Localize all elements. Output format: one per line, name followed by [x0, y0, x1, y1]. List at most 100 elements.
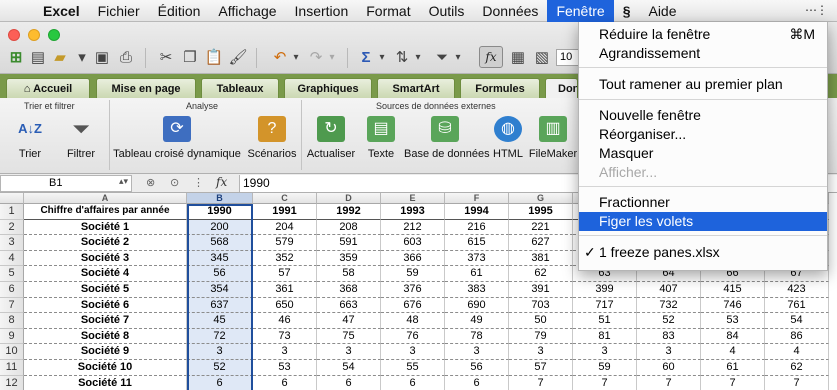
copy-icon[interactable]: ❐: [180, 48, 200, 68]
table-cell[interactable]: 3: [317, 344, 381, 360]
table-cell[interactable]: 579: [253, 235, 317, 251]
row-header[interactable]: 7: [0, 297, 24, 314]
scenarios-button[interactable]: ? Scénarios: [246, 116, 298, 172]
column-header[interactable]: G: [509, 193, 573, 204]
tab-smartart[interactable]: SmartArt: [377, 78, 455, 98]
table-cell[interactable]: 54: [765, 313, 829, 329]
tab-donnees[interactable]: Don: [545, 78, 578, 98]
table-cell[interactable]: Société 1: [24, 219, 187, 236]
row-header[interactable]: 12: [0, 375, 24, 390]
table-cell[interactable]: 3: [381, 344, 445, 360]
menu-fenetre[interactable]: Fenêtre: [547, 0, 614, 22]
table-cell[interactable]: 663: [317, 297, 381, 314]
table-cell[interactable]: 7: [701, 375, 765, 390]
table-cell[interactable]: 204: [253, 219, 317, 236]
menu-item-window-file[interactable]: ✓ 1 freeze panes.xlsx: [579, 243, 827, 262]
zoom-field[interactable]: 10: [556, 49, 580, 66]
menu-extras-icon[interactable]: ⋯⋮: [805, 3, 828, 17]
table-cell[interactable]: 52: [637, 313, 701, 329]
minimize-window-icon[interactable]: [28, 29, 40, 41]
table-cell[interactable]: 6: [187, 375, 253, 390]
table-cell[interactable]: 376: [381, 282, 445, 298]
filemaker-button[interactable]: ▥ FileMaker: [528, 116, 578, 172]
close-window-icon[interactable]: [8, 29, 20, 41]
select-all-corner[interactable]: [0, 193, 24, 204]
table-cell[interactable]: 354: [187, 282, 253, 298]
row-header[interactable]: 6: [0, 282, 24, 298]
table-cell[interactable]: Société 7: [24, 313, 187, 329]
menu-arrow-icon[interactable]: ▾: [72, 48, 92, 68]
table-cell[interactable]: 60: [637, 360, 701, 376]
table-cell[interactable]: 746: [701, 297, 765, 314]
column-header[interactable]: D: [317, 193, 381, 204]
table-cell[interactable]: 75: [317, 328, 381, 345]
tab-formules[interactable]: Formules: [460, 78, 540, 98]
table-cell[interactable]: Société 2: [24, 235, 187, 251]
actualiser-button[interactable]: ↻ Actualiser: [304, 116, 358, 172]
table-cell[interactable]: 361: [253, 282, 317, 298]
table-cell[interactable]: 1990: [187, 204, 253, 220]
table-cell[interactable]: 62: [509, 266, 573, 282]
table-cell[interactable]: 3: [253, 344, 317, 360]
table-cell[interactable]: 59: [573, 360, 637, 376]
menu-edition[interactable]: Édition: [149, 0, 210, 22]
toolbox-icon[interactable]: ▦: [508, 48, 528, 68]
table-cell[interactable]: 81: [573, 328, 637, 345]
table-cell[interactable]: 7: [765, 375, 829, 390]
table-cell[interactable]: 51: [573, 313, 637, 329]
table-cell[interactable]: 399: [573, 282, 637, 298]
name-box-arrow-icon[interactable]: ▴▾: [119, 176, 128, 187]
table-cell[interactable]: 1993: [381, 204, 445, 220]
row-header[interactable]: 1: [0, 204, 24, 220]
table-cell[interactable]: 59: [381, 266, 445, 282]
table-cell[interactable]: 6: [381, 375, 445, 390]
table-cell[interactable]: 3: [187, 344, 253, 360]
table-cell[interactable]: 72: [187, 328, 253, 345]
row-header[interactable]: 11: [0, 360, 24, 376]
table-cell[interactable]: 1995: [509, 204, 573, 220]
tab-tableaux[interactable]: Tableaux: [201, 78, 279, 98]
table-cell[interactable]: 4: [701, 344, 765, 360]
row-header[interactable]: 10: [0, 344, 24, 360]
table-cell[interactable]: 45: [187, 313, 253, 329]
table-cell[interactable]: 591: [317, 235, 381, 251]
menu-item-reduire[interactable]: Réduire la fenêtre ⌘M: [579, 25, 827, 44]
table-cell[interactable]: 79: [509, 328, 573, 345]
menu-item-masquer[interactable]: Masquer: [579, 144, 827, 163]
sort-dropdown-icon[interactable]: ▾: [408, 48, 428, 68]
table-cell[interactable]: 208: [317, 219, 381, 236]
menu-donnees[interactable]: Données: [473, 0, 547, 22]
table-cell[interactable]: 84: [701, 328, 765, 345]
column-header[interactable]: B: [187, 193, 253, 204]
table-cell[interactable]: 62: [765, 360, 829, 376]
tableau-croise-button[interactable]: ⟳ Tableau croisé dynamique: [112, 116, 242, 172]
table-cell[interactable]: 46: [253, 313, 317, 329]
menu-outils[interactable]: Outils: [420, 0, 474, 22]
tab-graphiques[interactable]: Graphiques: [284, 78, 372, 98]
table-cell[interactable]: 373: [445, 250, 509, 267]
table-cell[interactable]: 7: [637, 375, 701, 390]
menu-affichage[interactable]: Affichage: [209, 0, 285, 22]
undo-dropdown-icon[interactable]: ▾: [286, 48, 306, 68]
table-cell[interactable]: 58: [317, 266, 381, 282]
formula-builder-button[interactable]: fx: [479, 46, 503, 68]
table-cell[interactable]: Société 8: [24, 328, 187, 345]
new-workbook-icon[interactable]: ⊞: [6, 48, 26, 68]
table-cell[interactable]: 3: [445, 344, 509, 360]
table-cell[interactable]: 381: [509, 250, 573, 267]
table-cell[interactable]: 78: [445, 328, 509, 345]
tab-mise-en-page[interactable]: Mise en page: [96, 78, 196, 98]
menu-aide[interactable]: Aide: [639, 0, 685, 22]
media-icon[interactable]: ▧: [532, 48, 552, 68]
column-header[interactable]: A: [24, 193, 187, 204]
format-painter-icon[interactable]: 🖌: [228, 48, 248, 68]
column-header[interactable]: F: [445, 193, 509, 204]
table-cell[interactable]: 3: [509, 344, 573, 360]
table-cell[interactable]: 366: [381, 250, 445, 267]
table-cell[interactable]: 368: [317, 282, 381, 298]
table-cell[interactable]: 603: [381, 235, 445, 251]
table-cell[interactable]: 4: [765, 344, 829, 360]
table-cell[interactable]: Société 4: [24, 266, 187, 282]
row-header[interactable]: 4: [0, 250, 24, 267]
table-cell[interactable]: 345: [187, 250, 253, 267]
